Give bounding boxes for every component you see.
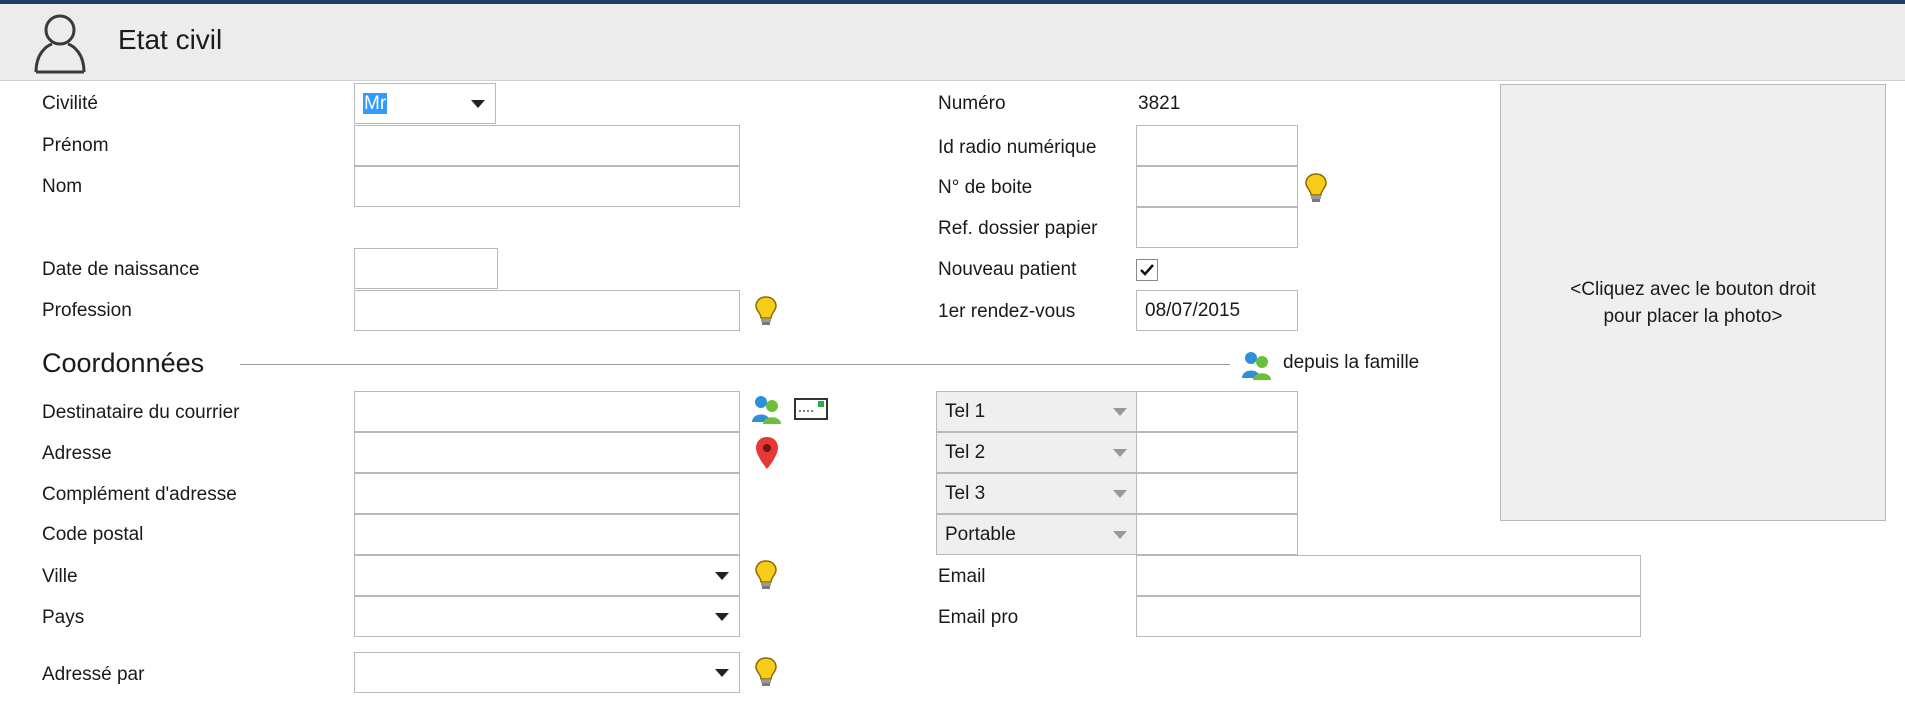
tel3-input[interactable]	[1136, 473, 1298, 514]
numero-value: 3821	[1138, 93, 1181, 114]
portable-type-label: Portable	[945, 524, 1016, 545]
id-radio-label: Id radio numérique	[938, 137, 1097, 158]
chevron-down-icon[interactable]	[1113, 531, 1127, 539]
ref-dossier-input[interactable]	[1136, 207, 1298, 248]
ref-dossier-label: Ref. dossier papier	[938, 218, 1098, 239]
email-pro-input[interactable]	[1136, 596, 1641, 637]
no-boite-label: N° de boite	[938, 177, 1033, 198]
envelope-icon[interactable]	[794, 398, 828, 420]
depuis-famille-link[interactable]: depuis la famille	[1283, 352, 1419, 374]
tel2-type-select[interactable]: Tel 2	[936, 432, 1138, 473]
date-naissance-input[interactable]	[354, 248, 498, 289]
civilite-select[interactable]: Mr	[354, 83, 496, 124]
code-postal-input[interactable]	[354, 514, 740, 555]
id-radio-input[interactable]	[1136, 125, 1298, 166]
tel2-input[interactable]	[1136, 432, 1298, 473]
family-icon[interactable]	[1240, 350, 1272, 380]
photo-hint-line1: <Cliquez avec le bouton droit	[1570, 278, 1816, 300]
nouveau-patient-checkbox[interactable]	[1136, 259, 1158, 281]
tel1-type-label: Tel 1	[945, 401, 986, 422]
destinataire-input[interactable]	[354, 391, 740, 432]
no-boite-input[interactable]	[1136, 166, 1298, 207]
date-naissance-label: Date de naissance	[42, 259, 200, 280]
tel3-type-label: Tel 3	[945, 483, 986, 504]
lightbulb-icon[interactable]	[754, 295, 778, 327]
nom-label: Nom	[42, 176, 83, 197]
profession-input[interactable]	[354, 290, 740, 331]
adresse-par-label: Adressé par	[42, 664, 145, 685]
photo-placeholder[interactable]: <Cliquez avec le bouton droit pour place…	[1500, 84, 1886, 521]
premier-rdv-label: 1er rendez-vous	[938, 301, 1076, 322]
portable-type-select[interactable]: Portable	[936, 514, 1138, 555]
family-icon[interactable]	[750, 394, 782, 424]
adresse-input[interactable]	[354, 432, 740, 473]
chevron-down-icon[interactable]	[1113, 449, 1127, 457]
email-input[interactable]	[1136, 555, 1641, 596]
nom-input[interactable]	[354, 166, 740, 207]
checkmark-icon	[1140, 264, 1154, 276]
ville-select[interactable]	[354, 555, 740, 596]
email-label: Email	[938, 566, 986, 587]
chevron-down-icon[interactable]	[471, 100, 485, 108]
tel1-type-select[interactable]: Tel 1	[936, 391, 1138, 432]
chevron-down-icon[interactable]	[1113, 408, 1127, 416]
complement-input[interactable]	[354, 473, 740, 514]
pays-select[interactable]	[354, 596, 740, 637]
chevron-down-icon[interactable]	[715, 613, 729, 621]
tel3-type-select[interactable]: Tel 3	[936, 473, 1138, 514]
civilite-label: Civilité	[42, 93, 98, 114]
email-pro-label: Email pro	[938, 607, 1019, 628]
profession-label: Profession	[42, 300, 132, 321]
chevron-down-icon[interactable]	[715, 572, 729, 580]
civilite-value: Mr	[363, 93, 388, 114]
nouveau-patient-label: Nouveau patient	[938, 259, 1077, 280]
lightbulb-icon[interactable]	[1304, 172, 1328, 204]
prenom-input[interactable]	[354, 125, 740, 166]
user-icon	[34, 14, 86, 74]
map-pin-icon[interactable]	[755, 436, 779, 470]
portable-input[interactable]	[1136, 514, 1298, 555]
section-header: Etat civil	[0, 4, 1905, 81]
page-title: Etat civil	[118, 24, 223, 55]
chevron-down-icon[interactable]	[1113, 490, 1127, 498]
code-postal-label: Code postal	[42, 524, 144, 545]
lightbulb-icon[interactable]	[754, 656, 778, 688]
ville-label: Ville	[42, 566, 78, 587]
coordonnees-section-title: Coordonnées	[42, 348, 205, 378]
tel1-input[interactable]	[1136, 391, 1298, 432]
tel2-type-label: Tel 2	[945, 442, 986, 463]
pays-label: Pays	[42, 607, 85, 628]
section-divider	[240, 364, 1230, 365]
adresse-label: Adresse	[42, 443, 112, 464]
destinataire-label: Destinataire du courrier	[42, 402, 240, 423]
photo-hint-line2: pour placer la photo>	[1603, 305, 1783, 327]
chevron-down-icon[interactable]	[715, 669, 729, 677]
adresse-par-select[interactable]	[354, 652, 740, 693]
complement-label: Complément d'adresse	[42, 484, 237, 505]
premier-rdv-input[interactable]: 08/07/2015	[1136, 290, 1298, 331]
lightbulb-icon[interactable]	[754, 559, 778, 591]
prenom-label: Prénom	[42, 135, 109, 156]
numero-label: Numéro	[938, 93, 1006, 114]
